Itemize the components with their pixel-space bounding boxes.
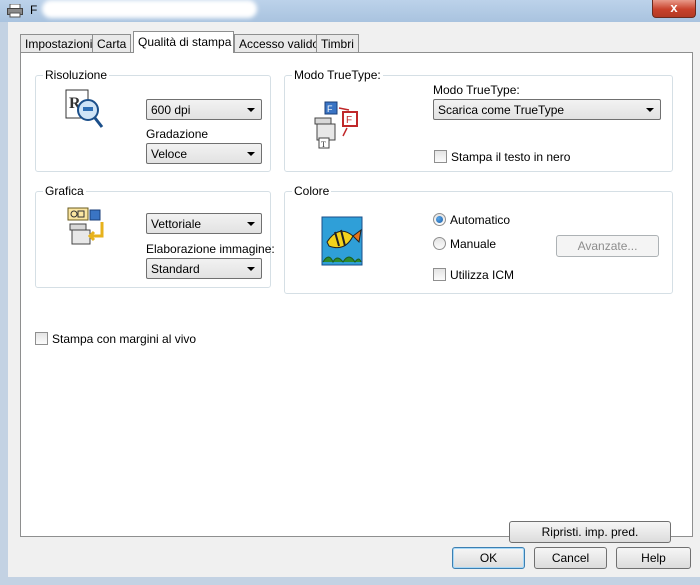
chevron-down-icon [247, 267, 255, 271]
color-group-title: Colore [292, 184, 332, 198]
chevron-down-icon [247, 152, 255, 156]
bleed-print-label: Stampa con margini al vivo [52, 332, 197, 346]
tab-impostazioni[interactable]: Impostazioni [20, 34, 98, 52]
chevron-down-icon [247, 222, 255, 226]
image-processing-label: Elaborazione immagine: [146, 242, 275, 256]
redacted-title [42, 0, 257, 18]
close-button[interactable]: x [652, 0, 696, 18]
chevron-down-icon [247, 108, 255, 112]
graphics-value: Vettoriale [151, 217, 202, 231]
graphics-group-title: Grafica [43, 184, 86, 198]
truetype-mode-select[interactable]: Scarica come TrueType [433, 99, 661, 120]
black-text-checkbox[interactable] [434, 150, 447, 163]
window-title: F [30, 3, 38, 17]
graphics-group: Grafica Vettoriale Elaborazione immagine… [35, 184, 275, 288]
advanced-button[interactable]: Avanzate... [556, 235, 659, 257]
color-auto-radio[interactable] [433, 213, 446, 226]
chevron-down-icon [646, 108, 654, 112]
truetype-group-title: Modo TrueType: [292, 68, 383, 82]
use-icm-label: Utilizza ICM [450, 268, 515, 282]
tab-qualita-di-stampa[interactable]: Qualità di stampa [133, 31, 234, 53]
svg-text:F: F [327, 104, 333, 114]
use-icm-checkbox[interactable] [433, 268, 446, 281]
printer-icon [7, 4, 23, 18]
resolution-value: 600 dpi [151, 103, 191, 117]
cancel-button[interactable]: Cancel [534, 547, 607, 569]
bleed-print-checkbox[interactable] [35, 332, 48, 345]
dialog-client: Impostazioni Carta Qualità di stampa Acc… [8, 22, 700, 577]
color-manual-label: Manuale [450, 237, 497, 251]
title-bar: F x [0, 0, 700, 22]
svg-text:T: T [321, 140, 326, 149]
gradation-label: Gradazione [146, 127, 209, 141]
ok-button[interactable]: OK [452, 547, 525, 569]
resolution-group: Risoluzione R 600 dpi Gradazione Veloce [35, 68, 271, 172]
truetype-font-icon: F F T [314, 101, 358, 149]
color-auto-label: Automatico [450, 213, 511, 227]
black-text-label: Stampa il testo in nero [451, 150, 571, 164]
resolution-group-title: Risoluzione [43, 68, 110, 82]
image-processing-value: Standard [151, 262, 200, 276]
truetype-group: Modo TrueType: F F T Modo TrueType: Scar… [284, 68, 673, 172]
svg-text:F: F [346, 115, 352, 126]
truetype-mode-label: Modo TrueType: [433, 83, 520, 97]
resolution-select[interactable]: 600 dpi [146, 99, 262, 120]
color-fish-icon [321, 216, 363, 266]
tab-timbri[interactable]: Timbri [316, 34, 359, 52]
gradation-value: Veloce [151, 147, 188, 161]
gradation-select[interactable]: Veloce [146, 143, 262, 164]
color-group: Colore Automatico Manuale Avanzate... Ut… [284, 184, 673, 294]
graphics-select[interactable]: Vettoriale [146, 213, 262, 234]
help-button[interactable]: Help [616, 547, 691, 569]
image-processing-select[interactable]: Standard [146, 258, 262, 279]
resolution-magnifier-icon: R [65, 89, 104, 128]
color-manual-radio[interactable] [433, 237, 446, 250]
restore-defaults-button[interactable]: Ripristi. imp. pred. [509, 521, 671, 543]
truetype-mode-value: Scarica come TrueType [438, 103, 565, 117]
tab-carta[interactable]: Carta [92, 34, 132, 52]
tab-panel: Risoluzione R 600 dpi Gradazione Veloce … [20, 52, 693, 543]
graphics-mode-icon [67, 207, 104, 245]
tab-accesso-valido[interactable]: Accesso valido [234, 34, 325, 52]
